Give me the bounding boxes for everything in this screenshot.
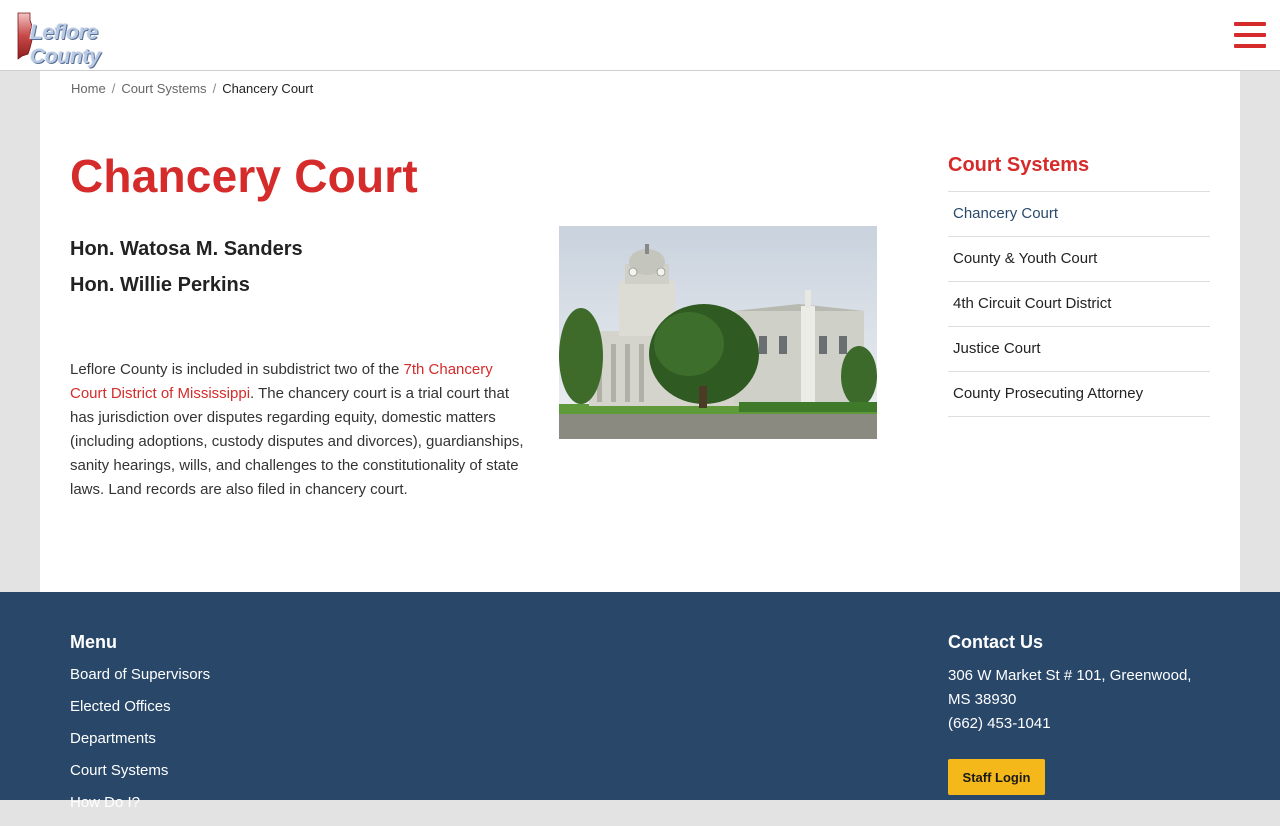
hamburger-menu-icon[interactable]: [1234, 22, 1266, 48]
breadcrumb-separator: /: [212, 81, 217, 96]
courthouse-photo: [559, 226, 877, 439]
site-header: Leflore County: [0, 0, 1280, 71]
footer-link-departments[interactable]: Departments: [70, 730, 210, 762]
sidebar-item-justice-court[interactable]: Justice Court: [948, 327, 1210, 372]
contact-address-line2: MS 38930: [948, 691, 1017, 708]
contact-address-line1: 306 W Market St # 101, Greenwood,: [948, 667, 1192, 684]
breadcrumb-separator: /: [111, 81, 116, 96]
sidebar-item-county-youth-court[interactable]: County & Youth Court: [948, 237, 1210, 282]
hamburger-bar: [1234, 44, 1266, 48]
site-footer: Menu Board of Supervisors Elected Office…: [0, 592, 1280, 811]
footer-link-court-systems[interactable]: Court Systems: [70, 762, 210, 794]
footer-menu: Board of Supervisors Elected Offices Dep…: [70, 666, 210, 826]
description-intro: Leflore County is included in subdistric…: [70, 361, 404, 378]
sidebar-item-chancery-court[interactable]: Chancery Court: [948, 192, 1210, 237]
sidebar-item-prosecuting-attorney[interactable]: County Prosecuting Attorney: [948, 372, 1210, 417]
main-content: Home / Court Systems / Chancery Court Ch…: [40, 71, 1240, 592]
sidebar-title: Court Systems: [948, 154, 1090, 176]
site-logo[interactable]: Leflore County: [16, 12, 168, 68]
sidebar-nav: Chancery Court County & Youth Court 4th …: [948, 191, 1210, 417]
footer-contact-title: Contact Us: [948, 632, 1044, 652]
hamburger-bar: [1234, 33, 1266, 37]
logo-text: Leflore County: [30, 21, 101, 68]
staff-login-button[interactable]: Staff Login: [948, 759, 1045, 795]
court-description: Leflore County is included in subdistric…: [70, 358, 530, 502]
footer-link-elected-offices[interactable]: Elected Offices: [70, 698, 210, 730]
breadcrumb-court-systems-link[interactable]: Court Systems: [121, 81, 206, 96]
page-title: Chancery Court: [70, 150, 418, 202]
judge-name: Hon. Willie Perkins: [70, 274, 250, 296]
sidebar-item-4th-circuit-court[interactable]: 4th Circuit Court District: [948, 282, 1210, 327]
breadcrumb-current: Chancery Court: [222, 81, 314, 96]
breadcrumb-home-link[interactable]: Home: [71, 81, 106, 96]
hamburger-bar: [1234, 22, 1266, 26]
footer-link-board-of-supervisors[interactable]: Board of Supervisors: [70, 666, 210, 698]
judges-list: Hon. Watosa M. Sanders Hon. Willie Perki…: [70, 237, 303, 309]
footer-contact-info: 306 W Market St # 101, Greenwood, MS 389…: [948, 664, 1218, 736]
contact-phone: (662) 453-1041: [948, 715, 1051, 732]
footer-link-how-do-i[interactable]: How Do I?: [70, 794, 210, 826]
footer-menu-title: Menu: [70, 632, 117, 652]
breadcrumb: Home / Court Systems / Chancery Court: [71, 81, 313, 96]
judge-name: Hon. Watosa M. Sanders: [70, 238, 303, 260]
courthouse-image: [559, 226, 877, 439]
